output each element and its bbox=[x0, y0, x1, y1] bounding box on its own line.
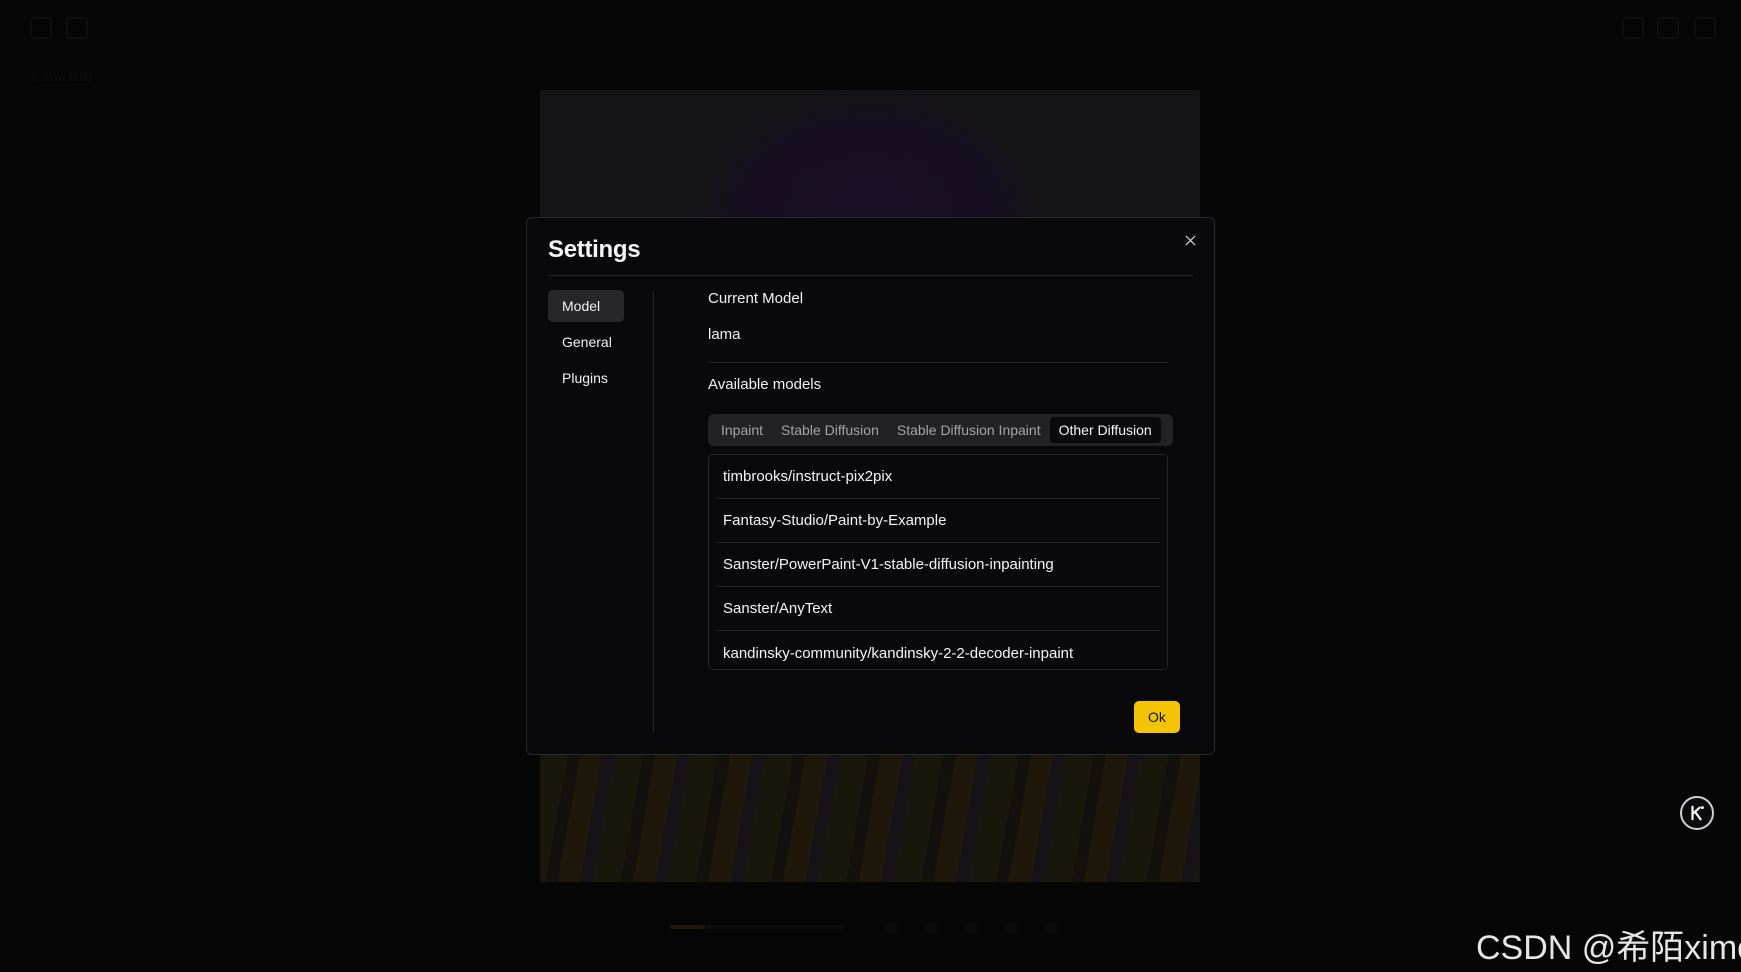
section-divider bbox=[708, 362, 1168, 363]
available-models-label: Available models bbox=[708, 376, 822, 393]
close-button[interactable] bbox=[1180, 230, 1200, 250]
close-icon bbox=[1184, 234, 1196, 246]
tab-other-diffusion[interactable]: Other Diffusion bbox=[1049, 417, 1161, 443]
settings-nav: Model General Plugins bbox=[548, 290, 624, 398]
model-list[interactable]: timbrooks/instruct-pix2pix Fantasy-Studi… bbox=[708, 454, 1168, 670]
nav-divider bbox=[653, 290, 654, 733]
list-item[interactable]: Sanster/AnyText bbox=[716, 587, 1160, 631]
title-divider bbox=[548, 275, 1193, 276]
tab-inpaint[interactable]: Inpaint bbox=[712, 417, 772, 443]
nav-item-general[interactable]: General bbox=[548, 326, 624, 358]
ok-button[interactable]: Ok bbox=[1134, 701, 1180, 733]
settings-dialog: Settings Model General Plugins Current M… bbox=[526, 217, 1215, 755]
dialog-title: Settings bbox=[548, 236, 641, 263]
current-model-value: lama bbox=[708, 326, 741, 343]
list-item[interactable]: kandinsky-community/kandinsky-2-2-decode… bbox=[716, 631, 1160, 669]
model-type-tabs: Inpaint Stable Diffusion Stable Diffusio… bbox=[708, 414, 1173, 446]
app-logo-button[interactable] bbox=[1680, 796, 1714, 830]
logo-icon bbox=[1691, 805, 1704, 821]
nav-item-model[interactable]: Model bbox=[548, 290, 624, 322]
tab-stable-diffusion-inpaint[interactable]: Stable Diffusion Inpaint bbox=[888, 417, 1050, 443]
list-item[interactable]: timbrooks/instruct-pix2pix bbox=[716, 455, 1160, 499]
tab-stable-diffusion[interactable]: Stable Diffusion bbox=[772, 417, 888, 443]
current-model-label: Current Model bbox=[708, 290, 804, 307]
list-item[interactable]: Fantasy-Studio/Paint-by-Example bbox=[716, 499, 1160, 543]
watermark: CSDN @希陌ximo bbox=[1476, 929, 1741, 967]
list-item[interactable]: Sanster/PowerPaint-V1-stable-diffusion-i… bbox=[716, 543, 1160, 587]
nav-item-plugins[interactable]: Plugins bbox=[548, 362, 624, 394]
